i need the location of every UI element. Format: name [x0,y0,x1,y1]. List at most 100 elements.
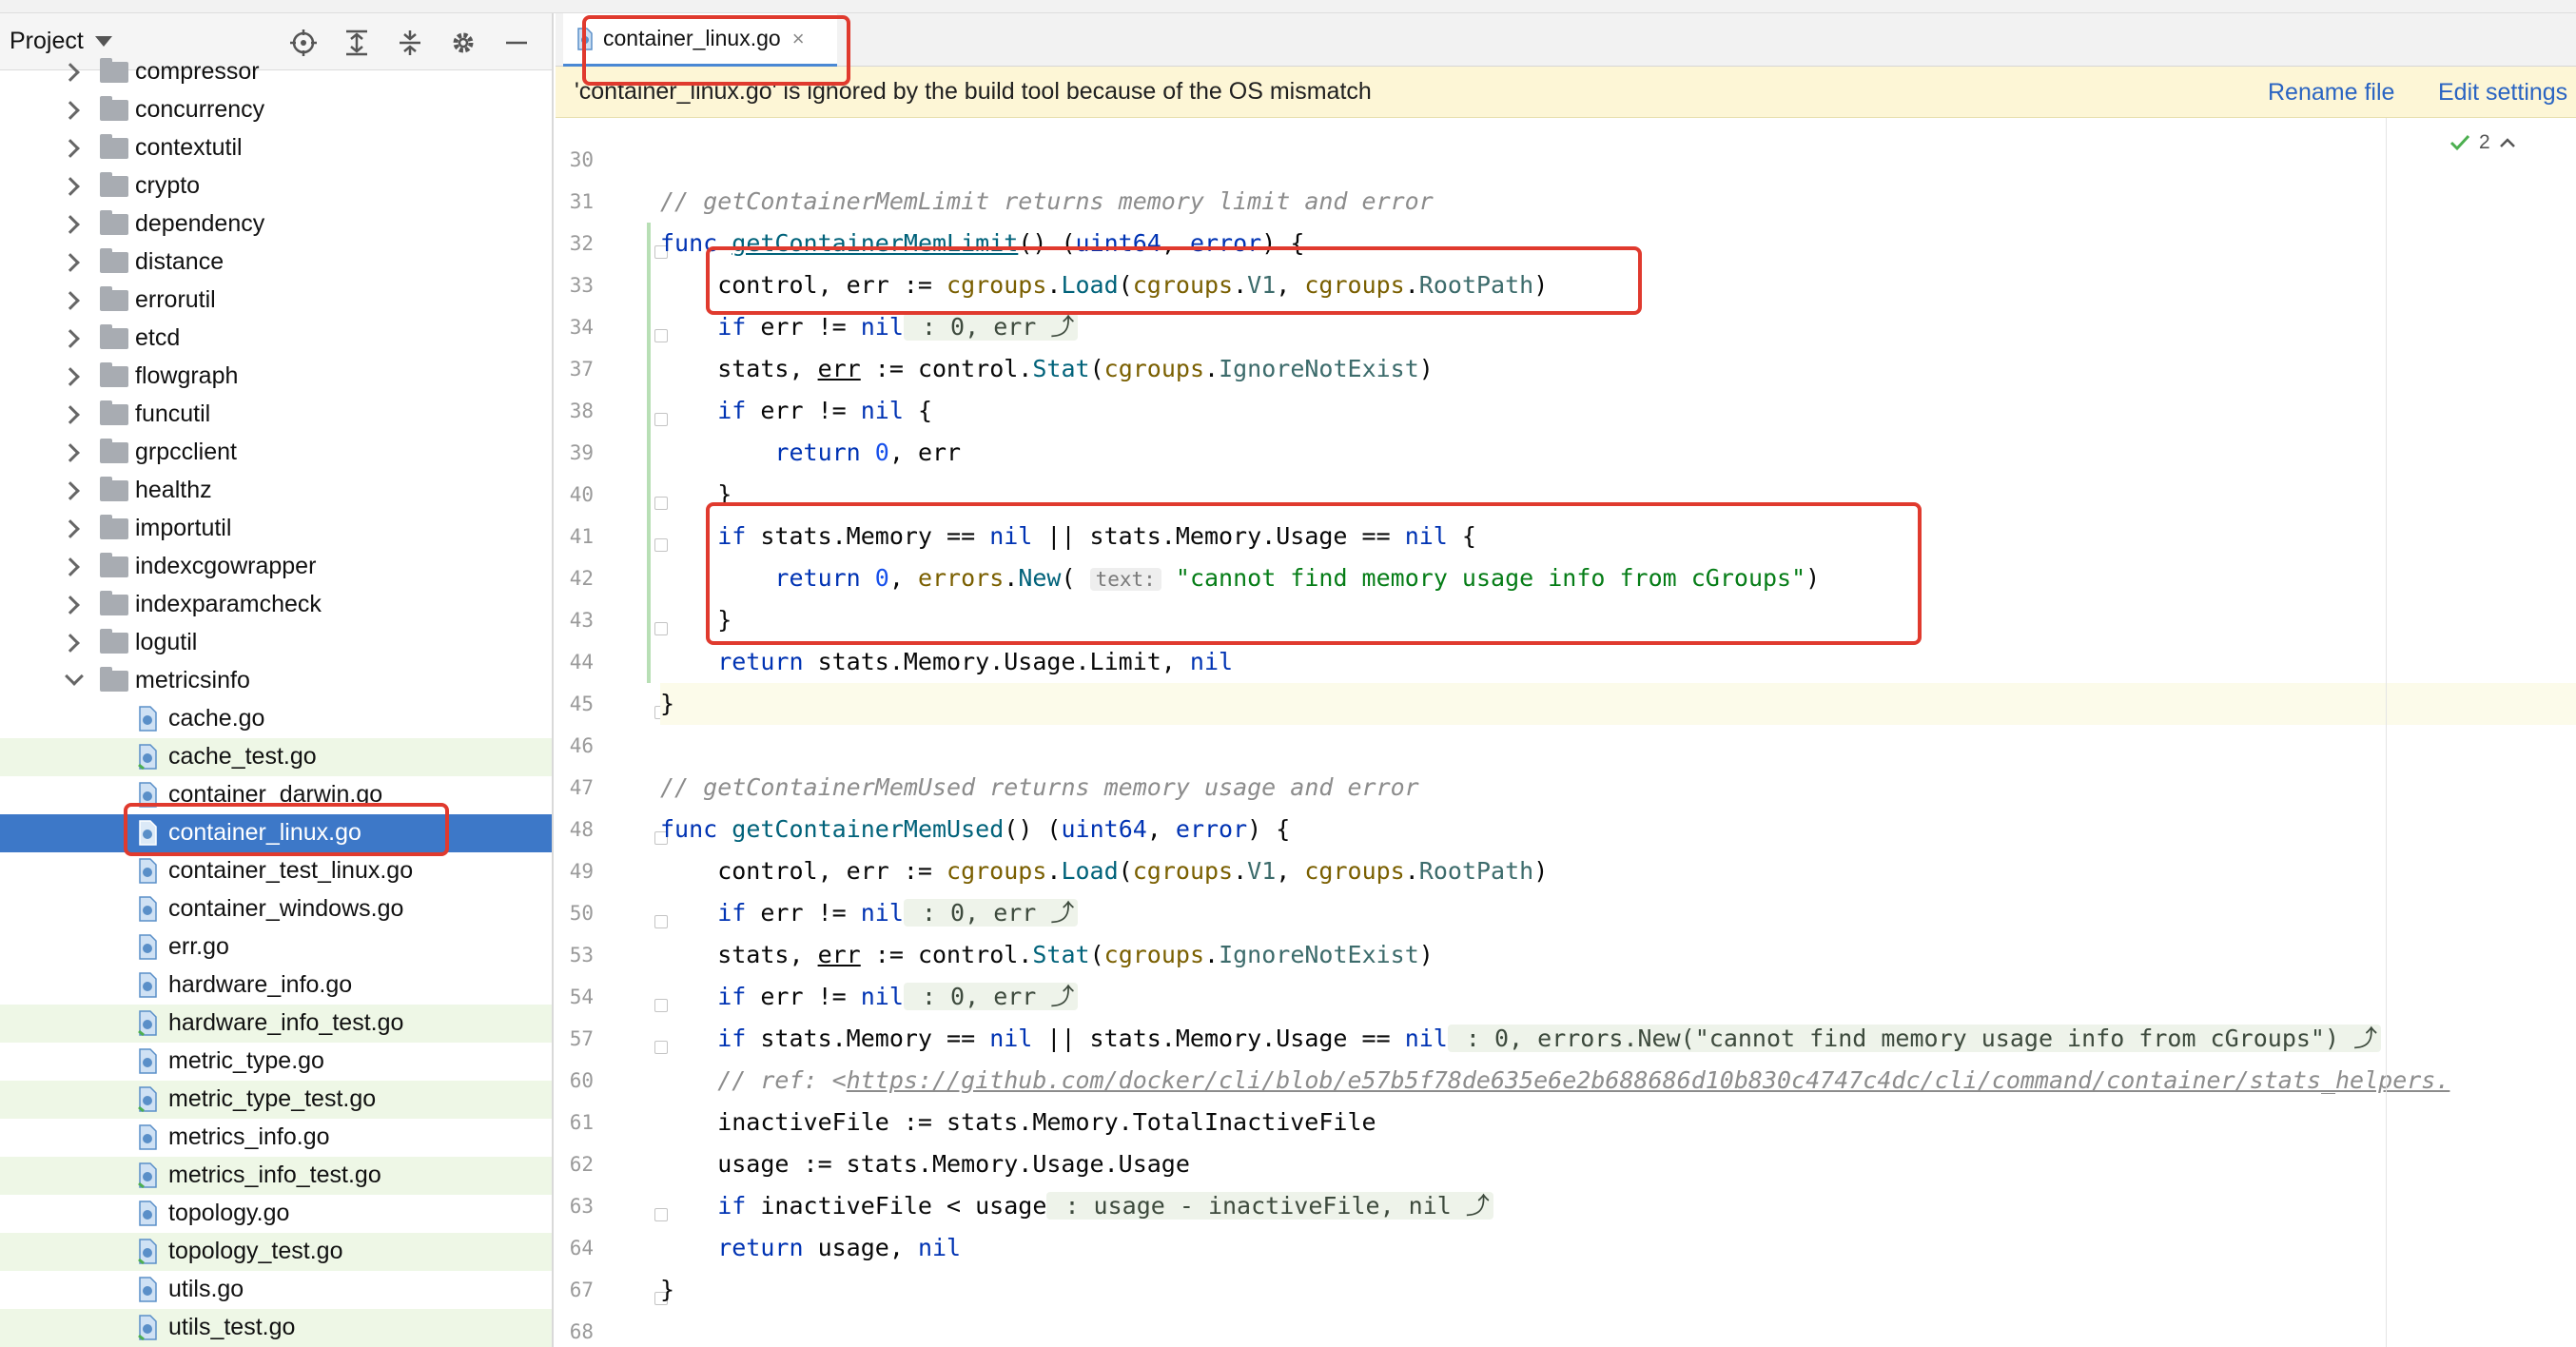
tree-file[interactable]: hardware_info_test.go [0,1005,552,1043]
chevron-right-icon[interactable] [61,481,80,500]
chevron-down-icon[interactable] [94,36,112,47]
tree-folder[interactable]: funcutil [0,396,552,434]
chevron-right-icon[interactable] [61,595,80,615]
go-file-icon [139,972,157,998]
go-file-icon [139,1201,157,1226]
chevron-right-icon[interactable] [61,63,80,82]
code-line-45: } [660,690,675,717]
tree-folder[interactable]: indexcgowrapper [0,548,552,586]
code-line-49: control, err := cgroups.Load(cgroups.V1,… [660,857,1549,885]
tree-folder[interactable]: distance [0,244,552,282]
tree-folder[interactable]: logutil [0,624,552,662]
tree-file[interactable]: topology_test.go [0,1233,552,1271]
go-file-icon [139,858,157,884]
code-line-57: if stats.Memory == nil || stats.Memory.U… [660,1018,2382,1060]
tree-file[interactable]: metric_type.go [0,1043,552,1081]
reference-link[interactable]: https://github.com/docker/cli/blob/e57b5… [847,1066,2450,1094]
chevron-right-icon[interactable] [61,253,80,272]
line-number: 50 [569,902,594,925]
folder-icon [100,553,128,577]
code-line-60: // ref: <https://github.com/docker/cli/b… [660,1066,2450,1094]
right-margin-guide [2386,118,2387,1347]
check-icon [2449,134,2470,151]
line-number: 43 [569,609,594,632]
current-line-highlight [660,683,2576,725]
code-editor: container_linux.go × 'container_linux.go… [556,13,2576,1347]
chevron-right-icon[interactable] [61,291,80,310]
tree-file[interactable]: topology.go [0,1195,552,1233]
go-test-file-icon [138,1010,157,1037]
rename-file-link[interactable]: Rename file [2268,79,2394,107]
tree-folder[interactable]: indexparamcheck [0,586,552,624]
code-line-61: inactiveFile := stats.Memory.TotalInacti… [660,1108,1376,1136]
code-line-31: // getContainerMemLimit returns memory l… [660,187,1434,215]
folded-hint[interactable]: : usage - inactiveFile, nil ⤴ [1046,1192,1493,1220]
line-number: 62 [569,1153,594,1176]
tree-file[interactable]: cache_test.go [0,738,552,776]
chevron-right-icon[interactable] [61,101,80,120]
chevron-right-icon[interactable] [61,215,80,234]
tree-folder[interactable]: importutil [0,510,552,548]
project-view-selector[interactable]: Project [10,28,84,55]
chevron-down-icon[interactable] [65,667,84,686]
line-number: 48 [569,818,594,841]
code-line-50: if err != nil : 0, err ⤴ [660,892,1079,934]
tree-folder[interactable]: flowgraph [0,358,552,396]
folded-hint[interactable]: : 0, err ⤴ [903,983,1079,1010]
line-number: 60 [569,1069,594,1092]
chevron-right-icon[interactable] [61,634,80,653]
folded-hint[interactable]: : 0, err ⤴ [903,899,1079,927]
tree-folder[interactable]: healthz [0,472,552,510]
folded-hint[interactable]: : 0, errors.New("cannot find memory usag… [1447,1025,2382,1052]
line-number: 37 [569,358,594,381]
tree-file[interactable]: metrics_info.go [0,1119,552,1157]
tree-file[interactable]: metrics_info_test.go [0,1157,552,1195]
tree-folder-expanded[interactable]: metricsinfo [0,662,552,700]
go-test-file-icon [138,744,157,771]
tree-file[interactable]: metric_type_test.go [0,1081,552,1119]
tree-folder[interactable]: grpcclient [0,434,552,472]
tree-folder[interactable]: errorutil [0,282,552,320]
chevron-right-icon[interactable] [61,139,80,158]
vcs-change-marker[interactable] [647,223,651,683]
tree-file[interactable]: utils_test.go [0,1309,552,1347]
tree-file[interactable]: hardware_info.go [0,966,552,1005]
tree-folder[interactable]: contextutil [0,129,552,167]
chevron-right-icon[interactable] [61,443,80,462]
chevron-right-icon[interactable] [61,177,80,196]
chevron-right-icon[interactable] [61,329,80,348]
tree-file[interactable]: cache.go [0,700,552,738]
line-number: 40 [569,483,594,506]
go-test-file-icon [138,1239,157,1265]
chevron-right-icon[interactable] [61,367,80,386]
inspection-widget[interactable]: 2 [2449,131,2517,154]
tree-folder[interactable]: crypto [0,167,552,205]
go-file-icon [139,706,157,732]
folded-hint[interactable]: : 0, err ⤴ [903,313,1079,341]
chevron-right-icon[interactable] [61,519,80,538]
go-file-icon [139,1048,157,1074]
tree-file[interactable]: utils.go [0,1271,552,1309]
os-mismatch-banner: 'container_linux.go' is ignored by the b… [556,67,2576,118]
tree-folder[interactable]: concurrency [0,91,552,129]
folder-icon [100,362,128,387]
tree-folder[interactable]: dependency [0,205,552,244]
chevron-up-icon[interactable] [2498,136,2517,149]
folder-icon [100,324,128,349]
edit-settings-link[interactable]: Edit settings [2438,79,2567,107]
line-number: 30 [569,148,594,171]
chevron-right-icon[interactable] [61,405,80,424]
tree-file[interactable]: err.go [0,928,552,966]
tree-folder[interactable]: compressor [0,53,552,91]
project-panel: Project compressor concurrency contextut… [0,13,554,1347]
line-number: 49 [569,860,594,883]
tree-file[interactable]: container_test_linux.go [0,852,552,890]
line-number: 68 [569,1320,594,1343]
line-number: 45 [569,693,594,715]
tree-file[interactable]: container_windows.go [0,890,552,928]
line-number: 38 [569,400,594,422]
line-number: 64 [569,1237,594,1259]
go-file-icon [139,934,157,960]
tree-folder[interactable]: etcd [0,320,552,358]
chevron-right-icon[interactable] [61,557,80,576]
